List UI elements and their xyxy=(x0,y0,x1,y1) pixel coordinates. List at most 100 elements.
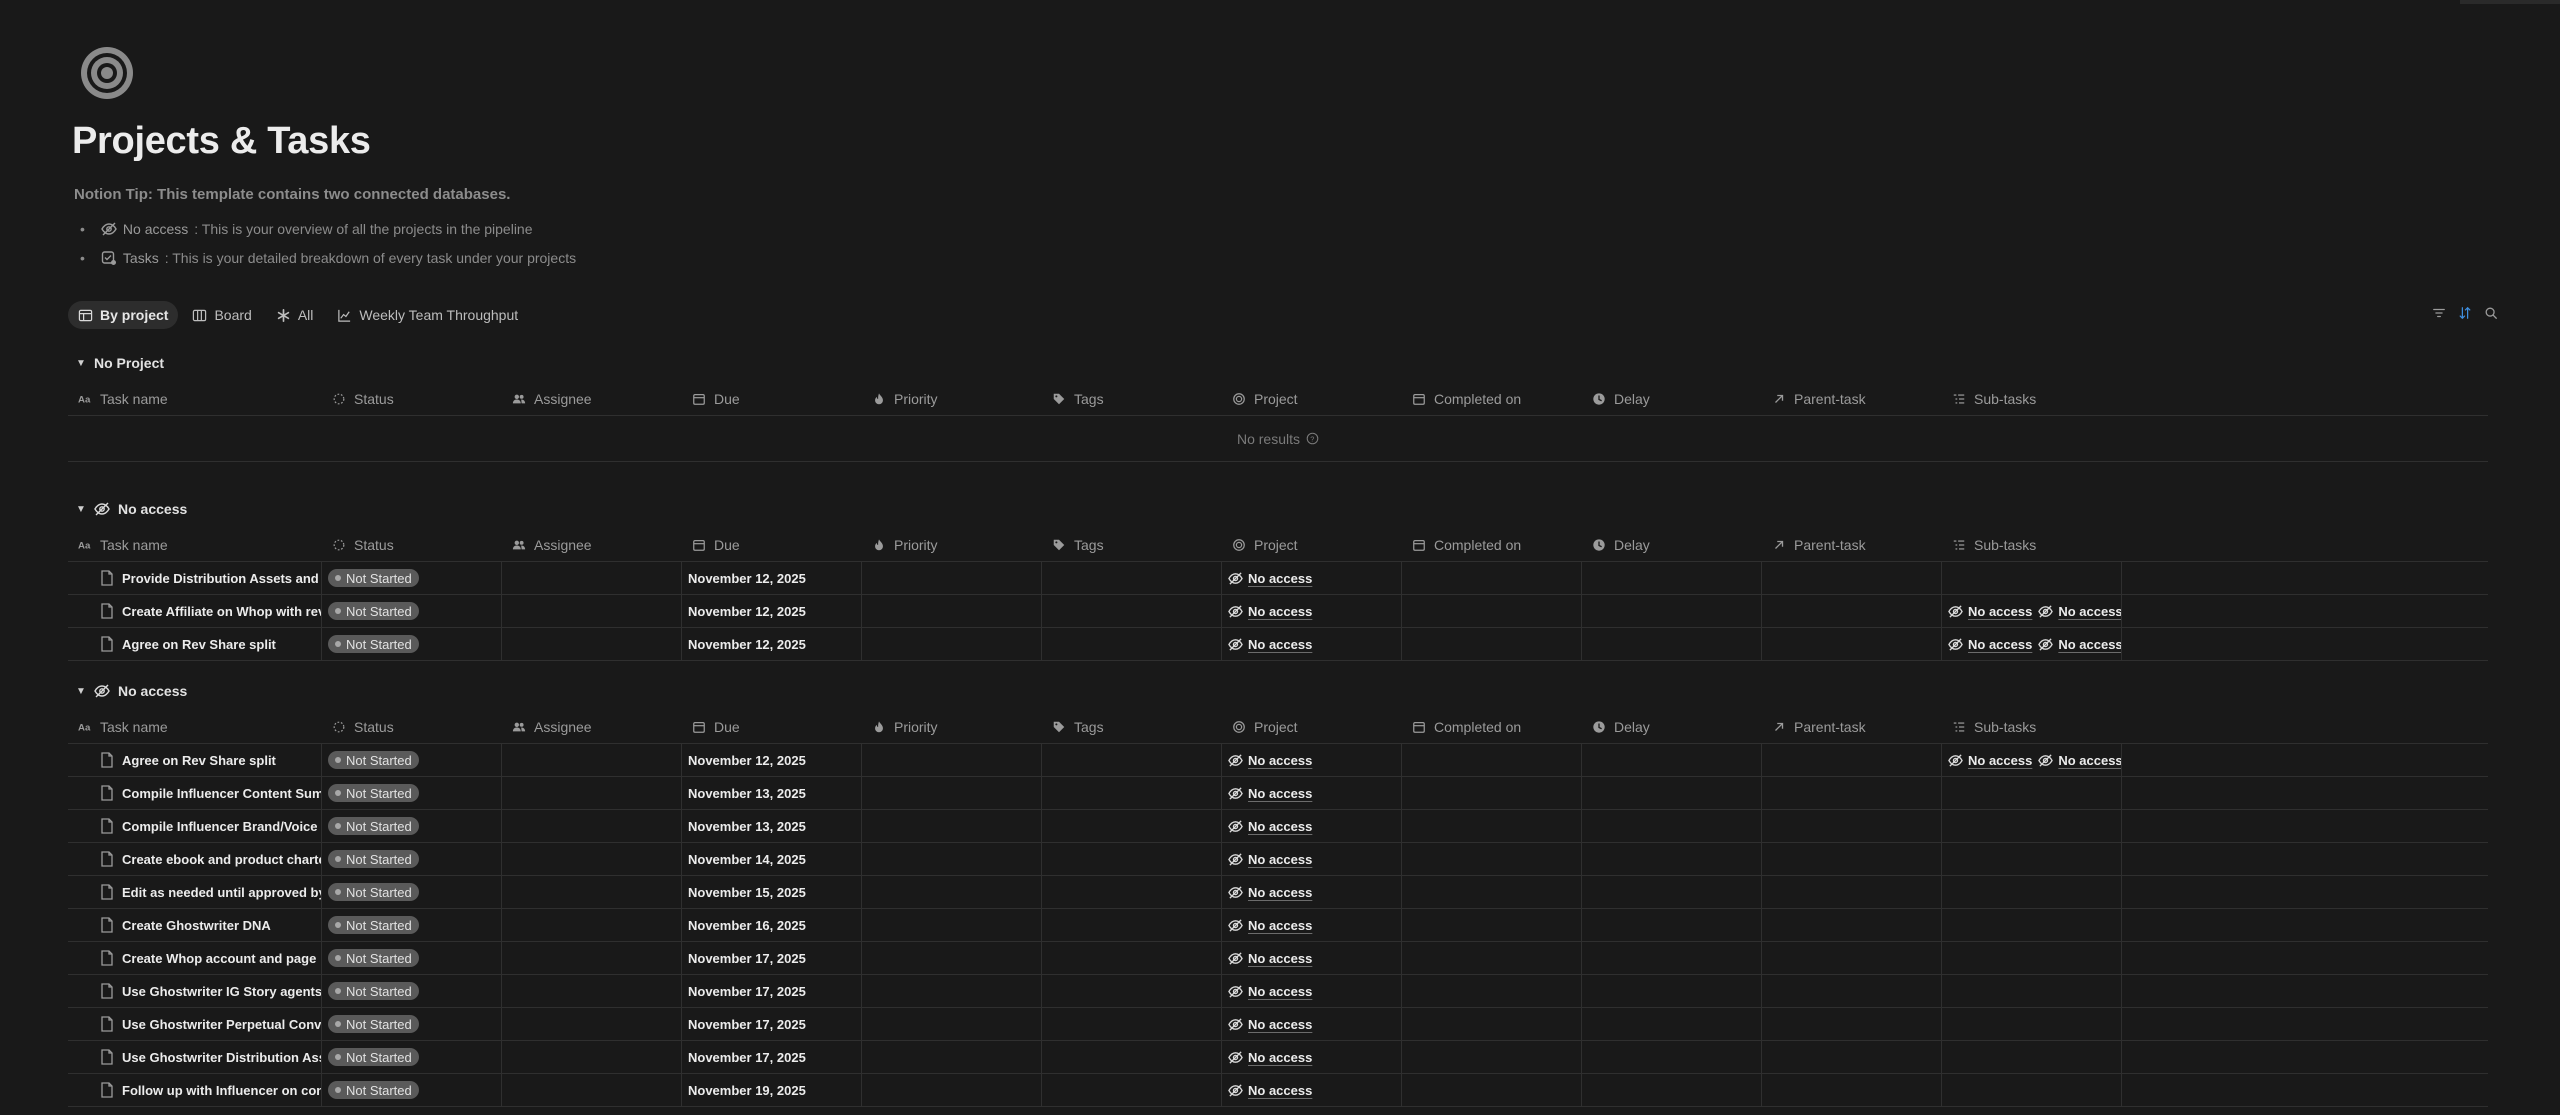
no-access-link[interactable]: No access xyxy=(1228,1017,1312,1032)
assignee-cell[interactable] xyxy=(502,843,682,875)
sub-tasks-cell[interactable]: No access No access xyxy=(1942,744,2122,776)
status-cell[interactable]: Not Started xyxy=(322,562,502,594)
column-header[interactable]: Status xyxy=(322,710,502,743)
no-access-link[interactable]: No access xyxy=(2038,753,2121,768)
status-cell[interactable]: Not Started xyxy=(322,1041,502,1073)
parent-task-cell[interactable] xyxy=(1762,628,1942,660)
tab-all[interactable]: All xyxy=(266,301,324,329)
tags-cell[interactable] xyxy=(1042,975,1222,1007)
assignee-cell[interactable] xyxy=(502,909,682,941)
priority-cell[interactable] xyxy=(862,975,1042,1007)
tags-cell[interactable] xyxy=(1042,1074,1222,1106)
parent-task-cell[interactable] xyxy=(1762,1041,1942,1073)
group-header[interactable]: ▼ No Project xyxy=(68,350,2488,376)
assignee-cell[interactable] xyxy=(502,595,682,627)
table-row[interactable]: Create Ghostwriter DNA Not Started Novembe… xyxy=(68,909,2488,942)
table-row[interactable]: Agree on Rev Share split Not Started Novem… xyxy=(68,744,2488,777)
delay-cell[interactable] xyxy=(1582,1041,1762,1073)
column-header[interactable]: Tags xyxy=(1042,382,1222,415)
table-row[interactable]: Compile Influencer Brand/Voice S Not Star… xyxy=(68,810,2488,843)
sub-tasks-cell[interactable] xyxy=(1942,876,2122,908)
column-header[interactable]: Aa Task name xyxy=(68,528,322,561)
assignee-cell[interactable] xyxy=(502,1008,682,1040)
due-cell[interactable]: November 12, 2025 xyxy=(682,628,862,660)
tags-cell[interactable] xyxy=(1042,876,1222,908)
due-cell[interactable]: November 14, 2025 xyxy=(682,843,862,875)
tags-cell[interactable] xyxy=(1042,1008,1222,1040)
task-name-cell[interactable]: Follow up with Influencer on cont xyxy=(68,1074,322,1106)
delay-cell[interactable] xyxy=(1582,942,1762,974)
completed-on-cell[interactable] xyxy=(1402,909,1582,941)
assignee-cell[interactable] xyxy=(502,628,682,660)
assignee-cell[interactable] xyxy=(502,744,682,776)
column-header[interactable]: Delay xyxy=(1582,710,1762,743)
project-cell[interactable]: No access xyxy=(1222,628,1402,660)
delay-cell[interactable] xyxy=(1582,843,1762,875)
sub-tasks-cell[interactable] xyxy=(1942,942,2122,974)
project-cell[interactable]: No access xyxy=(1222,1074,1402,1106)
status-cell[interactable]: Not Started xyxy=(322,628,502,660)
column-header[interactable]: Completed on xyxy=(1402,710,1582,743)
filter-icon[interactable] xyxy=(2432,306,2446,320)
tags-cell[interactable] xyxy=(1042,744,1222,776)
status-cell[interactable]: Not Started xyxy=(322,777,502,809)
delay-cell[interactable] xyxy=(1582,909,1762,941)
no-access-link[interactable]: No access xyxy=(1228,637,1312,652)
sub-tasks-cell[interactable] xyxy=(1942,1041,2122,1073)
task-name-cell[interactable]: Use Ghostwriter Distribution Asse xyxy=(68,1041,322,1073)
no-access-link[interactable]: No access xyxy=(1228,984,1312,999)
project-cell[interactable]: No access xyxy=(1222,744,1402,776)
status-badge[interactable]: Not Started xyxy=(328,1081,419,1099)
no-access-link[interactable]: No access xyxy=(1228,885,1312,900)
task-name-cell[interactable]: Use Ghostwriter Perpetual Conve xyxy=(68,1008,322,1040)
column-header[interactable]: Assignee xyxy=(502,710,682,743)
delay-cell[interactable] xyxy=(1582,1008,1762,1040)
table-row[interactable]: Create ebook and product charte Not Start… xyxy=(68,843,2488,876)
task-name-cell[interactable]: Use Ghostwriter IG Story agents f xyxy=(68,975,322,1007)
priority-cell[interactable] xyxy=(862,744,1042,776)
column-header[interactable]: Sub-tasks xyxy=(1942,382,2122,415)
column-header[interactable]: Project xyxy=(1222,382,1402,415)
column-header[interactable]: Parent-task xyxy=(1762,382,1942,415)
assignee-cell[interactable] xyxy=(502,777,682,809)
sub-tasks-cell[interactable] xyxy=(1942,1074,2122,1106)
status-badge[interactable]: Not Started xyxy=(328,883,419,901)
completed-on-cell[interactable] xyxy=(1402,1074,1582,1106)
task-name-cell[interactable]: Edit as needed until approved by xyxy=(68,876,322,908)
priority-cell[interactable] xyxy=(862,628,1042,660)
priority-cell[interactable] xyxy=(862,1041,1042,1073)
priority-cell[interactable] xyxy=(862,876,1042,908)
no-access-link[interactable]: No access xyxy=(1228,604,1312,619)
task-name-cell[interactable]: Create Ghostwriter DNA xyxy=(68,909,322,941)
tags-cell[interactable] xyxy=(1042,628,1222,660)
due-cell[interactable]: November 13, 2025 xyxy=(682,810,862,842)
column-header[interactable]: Parent-task xyxy=(1762,528,1942,561)
project-cell[interactable]: No access xyxy=(1222,777,1402,809)
assignee-cell[interactable] xyxy=(502,562,682,594)
task-name-cell[interactable]: Compile Influencer Content Summ xyxy=(68,777,322,809)
delay-cell[interactable] xyxy=(1582,628,1762,660)
delay-cell[interactable] xyxy=(1582,975,1762,1007)
delay-cell[interactable] xyxy=(1582,744,1762,776)
column-header[interactable]: Project xyxy=(1222,710,1402,743)
group-header[interactable]: ▼ No access xyxy=(68,678,2488,704)
completed-on-cell[interactable] xyxy=(1402,1008,1582,1040)
column-header[interactable]: Status xyxy=(322,382,502,415)
tab-board[interactable]: Board xyxy=(182,301,261,329)
priority-cell[interactable] xyxy=(862,777,1042,809)
column-header[interactable]: Assignee xyxy=(502,382,682,415)
sub-tasks-cell[interactable] xyxy=(1942,562,2122,594)
project-cell[interactable]: No access xyxy=(1222,876,1402,908)
project-cell[interactable]: No access xyxy=(1222,942,1402,974)
search-icon[interactable] xyxy=(2484,306,2498,320)
project-cell[interactable]: No access xyxy=(1222,562,1402,594)
tags-cell[interactable] xyxy=(1042,843,1222,875)
column-header[interactable]: Sub-tasks xyxy=(1942,710,2122,743)
status-badge[interactable]: Not Started xyxy=(328,1015,419,1033)
sort-icon[interactable] xyxy=(2458,306,2472,320)
project-cell[interactable]: No access xyxy=(1222,843,1402,875)
assignee-cell[interactable] xyxy=(502,1074,682,1106)
assignee-cell[interactable] xyxy=(502,942,682,974)
column-header[interactable]: Sub-tasks xyxy=(1942,528,2122,561)
column-header[interactable]: Completed on xyxy=(1402,382,1582,415)
